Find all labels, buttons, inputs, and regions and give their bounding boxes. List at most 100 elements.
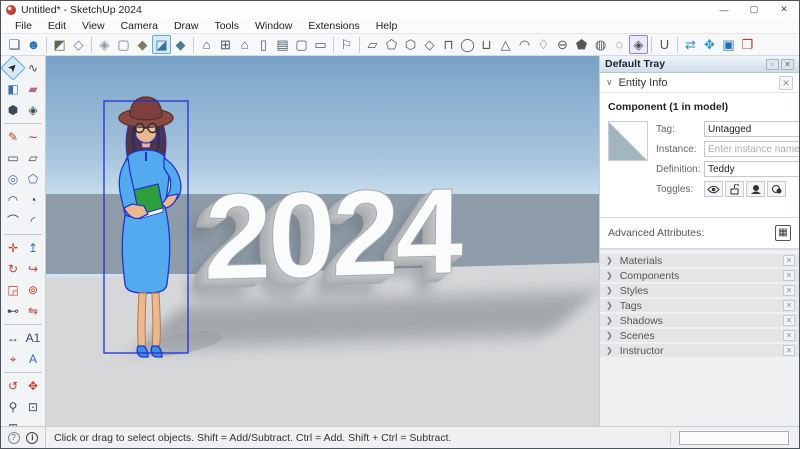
lasso-tool[interactable]: ∿: [24, 59, 42, 77]
new-model-icon[interactable]: ❏: [5, 35, 24, 54]
rotated-rectangle-tool[interactable]: ▱: [24, 149, 42, 167]
component-window-icon[interactable]: ⊞: [216, 35, 235, 54]
section-close-button[interactable]: ✕: [783, 330, 795, 341]
visible-toggle[interactable]: [704, 181, 723, 197]
minimize-button[interactable]: —: [709, 1, 739, 18]
style-hidden-line-icon[interactable]: ▢: [114, 35, 133, 54]
section-styles[interactable]: ❯ Styles ✕: [600, 284, 799, 299]
style-shaded-solid-icon[interactable]: ◆: [133, 35, 152, 54]
style-shaded-icon[interactable]: ◩: [50, 35, 69, 54]
component-options-icon[interactable]: ▣: [719, 35, 738, 54]
shape-cone-icon[interactable]: △: [496, 35, 515, 54]
model-viewport[interactable]: 2024: [46, 56, 599, 428]
component-blank-icon[interactable]: ▢: [292, 35, 311, 54]
pie-tool[interactable]: ◔: [24, 191, 42, 209]
section-scenes[interactable]: ❯ Scenes ✕: [600, 329, 799, 344]
shape-diamond-icon[interactable]: ◇: [420, 35, 439, 54]
arc-tool[interactable]: ◠: [4, 191, 22, 209]
zoom-window-tool[interactable]: ⊡: [24, 398, 42, 416]
tag-tool[interactable]: ◈: [24, 101, 42, 119]
section-close-button[interactable]: ✕: [783, 315, 795, 326]
tape-measure-tool[interactable]: ⊷: [4, 302, 22, 320]
dimension-tool[interactable]: ↔: [4, 329, 22, 347]
hide-rest-toggle[interactable]: [746, 181, 765, 197]
section-close-button[interactable]: ✕: [783, 255, 795, 266]
menu-file[interactable]: File: [7, 20, 40, 32]
component-cabinet-icon[interactable]: ▤: [273, 35, 292, 54]
shape-u-icon[interactable]: U: [655, 35, 674, 54]
shape-polyhedron-icon[interactable]: ⬟: [572, 35, 591, 54]
entity-info-header[interactable]: ∨ Entity Info ✕: [600, 73, 799, 93]
component-house-icon[interactable]: ⌂: [235, 35, 254, 54]
rotate-gizmo-icon[interactable]: ✥: [700, 35, 719, 54]
pan-tool[interactable]: ✥: [24, 377, 42, 395]
flip-icon[interactable]: ⇄: [681, 35, 700, 54]
three-point-arc-tool[interactable]: ◜: [24, 212, 42, 230]
offset-tool[interactable]: ⊚: [24, 281, 42, 299]
menu-camera[interactable]: Camera: [113, 20, 166, 32]
component-frame-icon[interactable]: ▭: [311, 35, 330, 54]
component-door-icon[interactable]: ▯: [254, 35, 273, 54]
instance-input[interactable]: [704, 141, 800, 157]
section-instructor[interactable]: ❯ Instructor ✕: [600, 344, 799, 359]
section-close-button[interactable]: ✕: [783, 285, 795, 296]
shape-geosphere-icon[interactable]: ◍: [591, 35, 610, 54]
definition-input[interactable]: [704, 161, 800, 177]
shape-mesh-sphere-icon[interactable]: ◌: [610, 35, 629, 54]
section-materials[interactable]: ❯ Materials ✕: [600, 254, 799, 269]
text-tool[interactable]: A1: [24, 329, 42, 347]
close-button[interactable]: ✕: [769, 1, 799, 18]
shape-crystal-icon[interactable]: ◈: [629, 35, 648, 54]
component-teddy[interactable]: [94, 94, 224, 366]
section-components[interactable]: ❯ Components ✕: [600, 269, 799, 284]
select-tool[interactable]: ➤: [0, 55, 25, 80]
orbit-tool[interactable]: ↺: [4, 377, 22, 395]
menu-draw[interactable]: Draw: [166, 20, 207, 32]
shape-gem-icon[interactable]: ♢: [534, 35, 553, 54]
tray-pin-button[interactable]: ▫: [766, 59, 779, 70]
section-close-button[interactable]: ✕: [783, 345, 795, 356]
geolocation-status-icon[interactable]: ?: [8, 432, 20, 444]
shape-dome-icon[interactable]: ◠: [515, 35, 534, 54]
send-to-layout-icon[interactable]: ❒: [738, 35, 757, 54]
geolocation-icon[interactable]: ⚐: [337, 35, 356, 54]
shape-sphere-icon[interactable]: ◯: [458, 35, 477, 54]
flip-tool[interactable]: ⇋: [24, 302, 42, 320]
section-tags[interactable]: ❯ Tags ✕: [600, 299, 799, 314]
scale-tool[interactable]: ◲: [4, 281, 22, 299]
shape-torus-icon[interactable]: ⊖: [553, 35, 572, 54]
push-pull-tool[interactable]: ↥: [24, 239, 42, 257]
two-point-arc-tool[interactable]: ⌒: [4, 212, 22, 230]
shape-slab-icon[interactable]: ▱: [363, 35, 382, 54]
component-barn-icon[interactable]: ⌂: [197, 35, 216, 54]
menu-edit[interactable]: Edit: [40, 20, 74, 32]
section-close-button[interactable]: ✕: [783, 270, 795, 281]
three-d-text-tool[interactable]: A: [24, 350, 42, 368]
advanced-attributes-button[interactable]: ▦: [775, 225, 791, 241]
shapes-tool[interactable]: ⬢: [4, 101, 22, 119]
polygon-tool[interactable]: ⬠: [24, 170, 42, 188]
shape-pentagon-icon[interactable]: ⬠: [382, 35, 401, 54]
zoom-tool[interactable]: ⚲: [4, 398, 22, 416]
tray-close-button[interactable]: ✕: [781, 59, 794, 70]
menu-window[interactable]: Window: [247, 20, 300, 32]
hide-similar-toggle[interactable]: [767, 181, 786, 197]
style-textured-icon[interactable]: ◪: [152, 35, 171, 54]
measurements-input[interactable]: [679, 431, 789, 445]
collapse-chevron-icon[interactable]: ∨: [606, 77, 613, 88]
line-tool[interactable]: ✎: [4, 128, 22, 146]
style-wireframe-icon[interactable]: ◇: [69, 35, 88, 54]
follow-me-tool[interactable]: ↪: [24, 260, 42, 278]
move-tool[interactable]: ✛: [4, 239, 22, 257]
shape-cylinder-icon[interactable]: ⊔: [477, 35, 496, 54]
axes-tool[interactable]: ⌖: [4, 350, 22, 368]
rotate-tool[interactable]: ↻: [4, 260, 22, 278]
eraser-tool[interactable]: ▰: [24, 80, 42, 98]
menu-help[interactable]: Help: [368, 20, 406, 32]
menu-view[interactable]: View: [74, 20, 113, 32]
tag-dropdown[interactable]: Untagged ▾: [704, 121, 800, 137]
locked-toggle[interactable]: [725, 181, 744, 197]
rectangle-tool[interactable]: ▭: [4, 149, 22, 167]
maximize-button[interactable]: ▢: [739, 1, 769, 18]
freehand-tool[interactable]: ∼: [24, 128, 42, 146]
